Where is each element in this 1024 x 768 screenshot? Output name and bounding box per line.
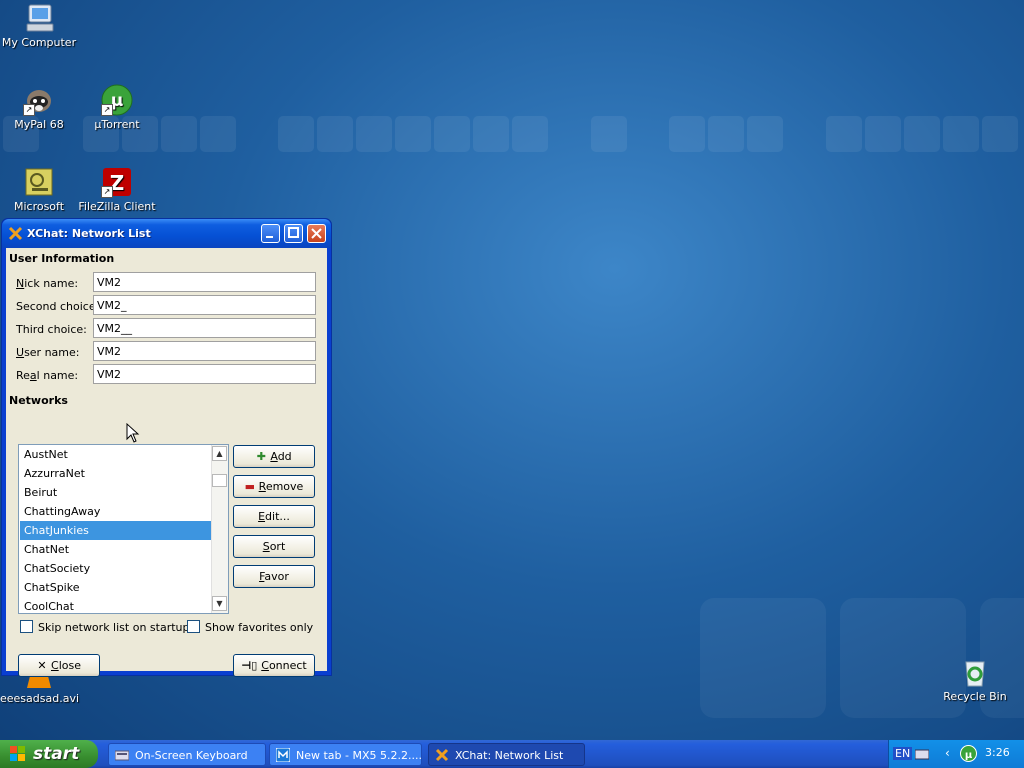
windows-logo-icon — [10, 746, 25, 761]
desktop-icon-mypal[interactable]: ↗ MyPal 68 — [0, 84, 78, 131]
list-item[interactable]: AzzurraNet — [20, 464, 211, 483]
window-titlebar[interactable]: XChat: Network List — [2, 219, 331, 248]
mypal-icon: ↗ — [23, 84, 55, 116]
list-item[interactable]: ChatNet — [20, 540, 211, 559]
nick-name-label: Nick name: — [16, 277, 79, 290]
start-button[interactable]: start — [0, 740, 98, 768]
desktop-icon-utorrent[interactable]: µ ↗ µTorrent — [78, 84, 156, 131]
desktop-icon-microsoft[interactable]: Microsoft — [0, 166, 78, 213]
connect-plug-icon: ⊣▯ — [241, 659, 258, 672]
user-name-input[interactable] — [93, 341, 316, 361]
language-indicator[interactable]: EN — [893, 747, 913, 760]
browser-icon — [276, 748, 290, 762]
close-button[interactable]: ✕ Close — [18, 654, 100, 677]
real-name-label: Real name: — [16, 369, 79, 382]
x-icon: ✕ — [37, 659, 47, 672]
list-item[interactable]: ChatSociety — [20, 559, 211, 578]
recycle-bin-icon — [959, 656, 991, 688]
keyboard-icon — [115, 750, 129, 761]
list-item[interactable]: ChatSpike — [20, 578, 211, 597]
edit-button[interactable]: Edit... — [233, 505, 315, 528]
maximize-button[interactable] — [284, 224, 303, 243]
list-item[interactable]: Beirut — [20, 483, 211, 502]
third-choice-input[interactable] — [93, 318, 316, 338]
filezilla-icon: Z ↗ — [101, 166, 133, 198]
scroll-up-button[interactable]: ▲ — [212, 446, 227, 461]
second-choice-input[interactable] — [93, 295, 316, 315]
user-name-label: User name: — [16, 346, 80, 359]
microsoft-icon — [23, 166, 55, 198]
minimize-button[interactable] — [261, 224, 280, 243]
scroll-thumb[interactable] — [212, 474, 227, 487]
desktop-icon-my-computer[interactable]: My Computer — [0, 2, 78, 49]
nick-name-input[interactable] — [93, 272, 316, 292]
desktop-icon-recycle-bin[interactable]: Recycle Bin — [936, 656, 1014, 703]
minus-icon: ▬ — [244, 480, 256, 493]
mouse-cursor-icon — [126, 423, 140, 443]
networks-heading: Networks — [9, 394, 68, 407]
desktop-icon-filezilla[interactable]: Z ↗ FileZilla Client — [78, 166, 156, 213]
checkbox-box[interactable] — [20, 620, 33, 633]
taskbar: start On-Screen Keyboard New tab - MX5 5… — [0, 740, 1024, 768]
clock[interactable]: 3:26 — [985, 746, 1010, 759]
taskbar-item-xchat[interactable]: XChat: Network List — [428, 743, 585, 766]
taskbar-item-browser[interactable]: New tab - MX5 5.2.2.... — [269, 743, 422, 766]
maximize-icon — [288, 227, 299, 238]
skip-network-list-checkbox[interactable]: Skip network list on startup — [20, 620, 189, 634]
third-choice-label: Third choice: — [16, 323, 87, 336]
svg-text:µ: µ — [965, 750, 973, 761]
network-list[interactable]: AustNet AzzurraNet Beirut ChattingAway C… — [18, 444, 229, 614]
scroll-down-button[interactable]: ▼ — [212, 596, 227, 611]
close-window-button[interactable] — [307, 224, 326, 243]
minimize-icon — [266, 236, 273, 238]
taskbar-item-osk[interactable]: On-Screen Keyboard — [108, 743, 266, 766]
show-favorites-checkbox[interactable]: Show favorites only — [187, 620, 313, 634]
remove-button[interactable]: ▬ Remove — [233, 475, 315, 498]
xchat-icon — [435, 748, 449, 762]
list-item[interactable]: CoolChat — [20, 597, 211, 613]
utorrent-icon: µ ↗ — [101, 84, 133, 116]
list-item[interactable]: ChattingAway — [20, 502, 211, 521]
network-list-scrollbar[interactable]: ▲ ▼ — [211, 445, 228, 613]
xchat-icon — [8, 226, 23, 241]
my-computer-icon — [23, 2, 55, 34]
window-client-area: User Information Nick name: Second choic… — [6, 248, 327, 677]
real-name-input[interactable] — [93, 364, 316, 384]
connect-button[interactable]: ⊣▯ Connect — [233, 654, 315, 677]
second-choice-label: Second choice: — [16, 300, 100, 313]
keyboard-icon[interactable] — [915, 748, 929, 760]
plus-icon: ✚ — [256, 450, 266, 463]
favor-button[interactable]: Favor — [233, 565, 315, 588]
sort-button[interactable]: Sort — [233, 535, 315, 558]
system-tray: EN ‹ µ 3:26 — [888, 740, 1024, 768]
user-info-heading: User Information — [9, 252, 115, 265]
checkbox-box[interactable] — [187, 620, 200, 633]
utorrent-tray-icon[interactable]: µ — [960, 745, 977, 762]
add-button[interactable]: ✚ Add — [233, 445, 315, 468]
tray-expand-icon[interactable]: ‹ — [945, 746, 950, 760]
list-item[interactable]: AustNet — [20, 445, 211, 464]
close-icon — [311, 228, 322, 239]
xchat-network-list-window: XChat: Network List User Information Nic… — [1, 218, 332, 677]
list-item-selected[interactable]: ChatJunkies — [20, 521, 211, 540]
window-title: XChat: Network List — [27, 227, 151, 240]
desktop-decoration — [700, 598, 826, 718]
